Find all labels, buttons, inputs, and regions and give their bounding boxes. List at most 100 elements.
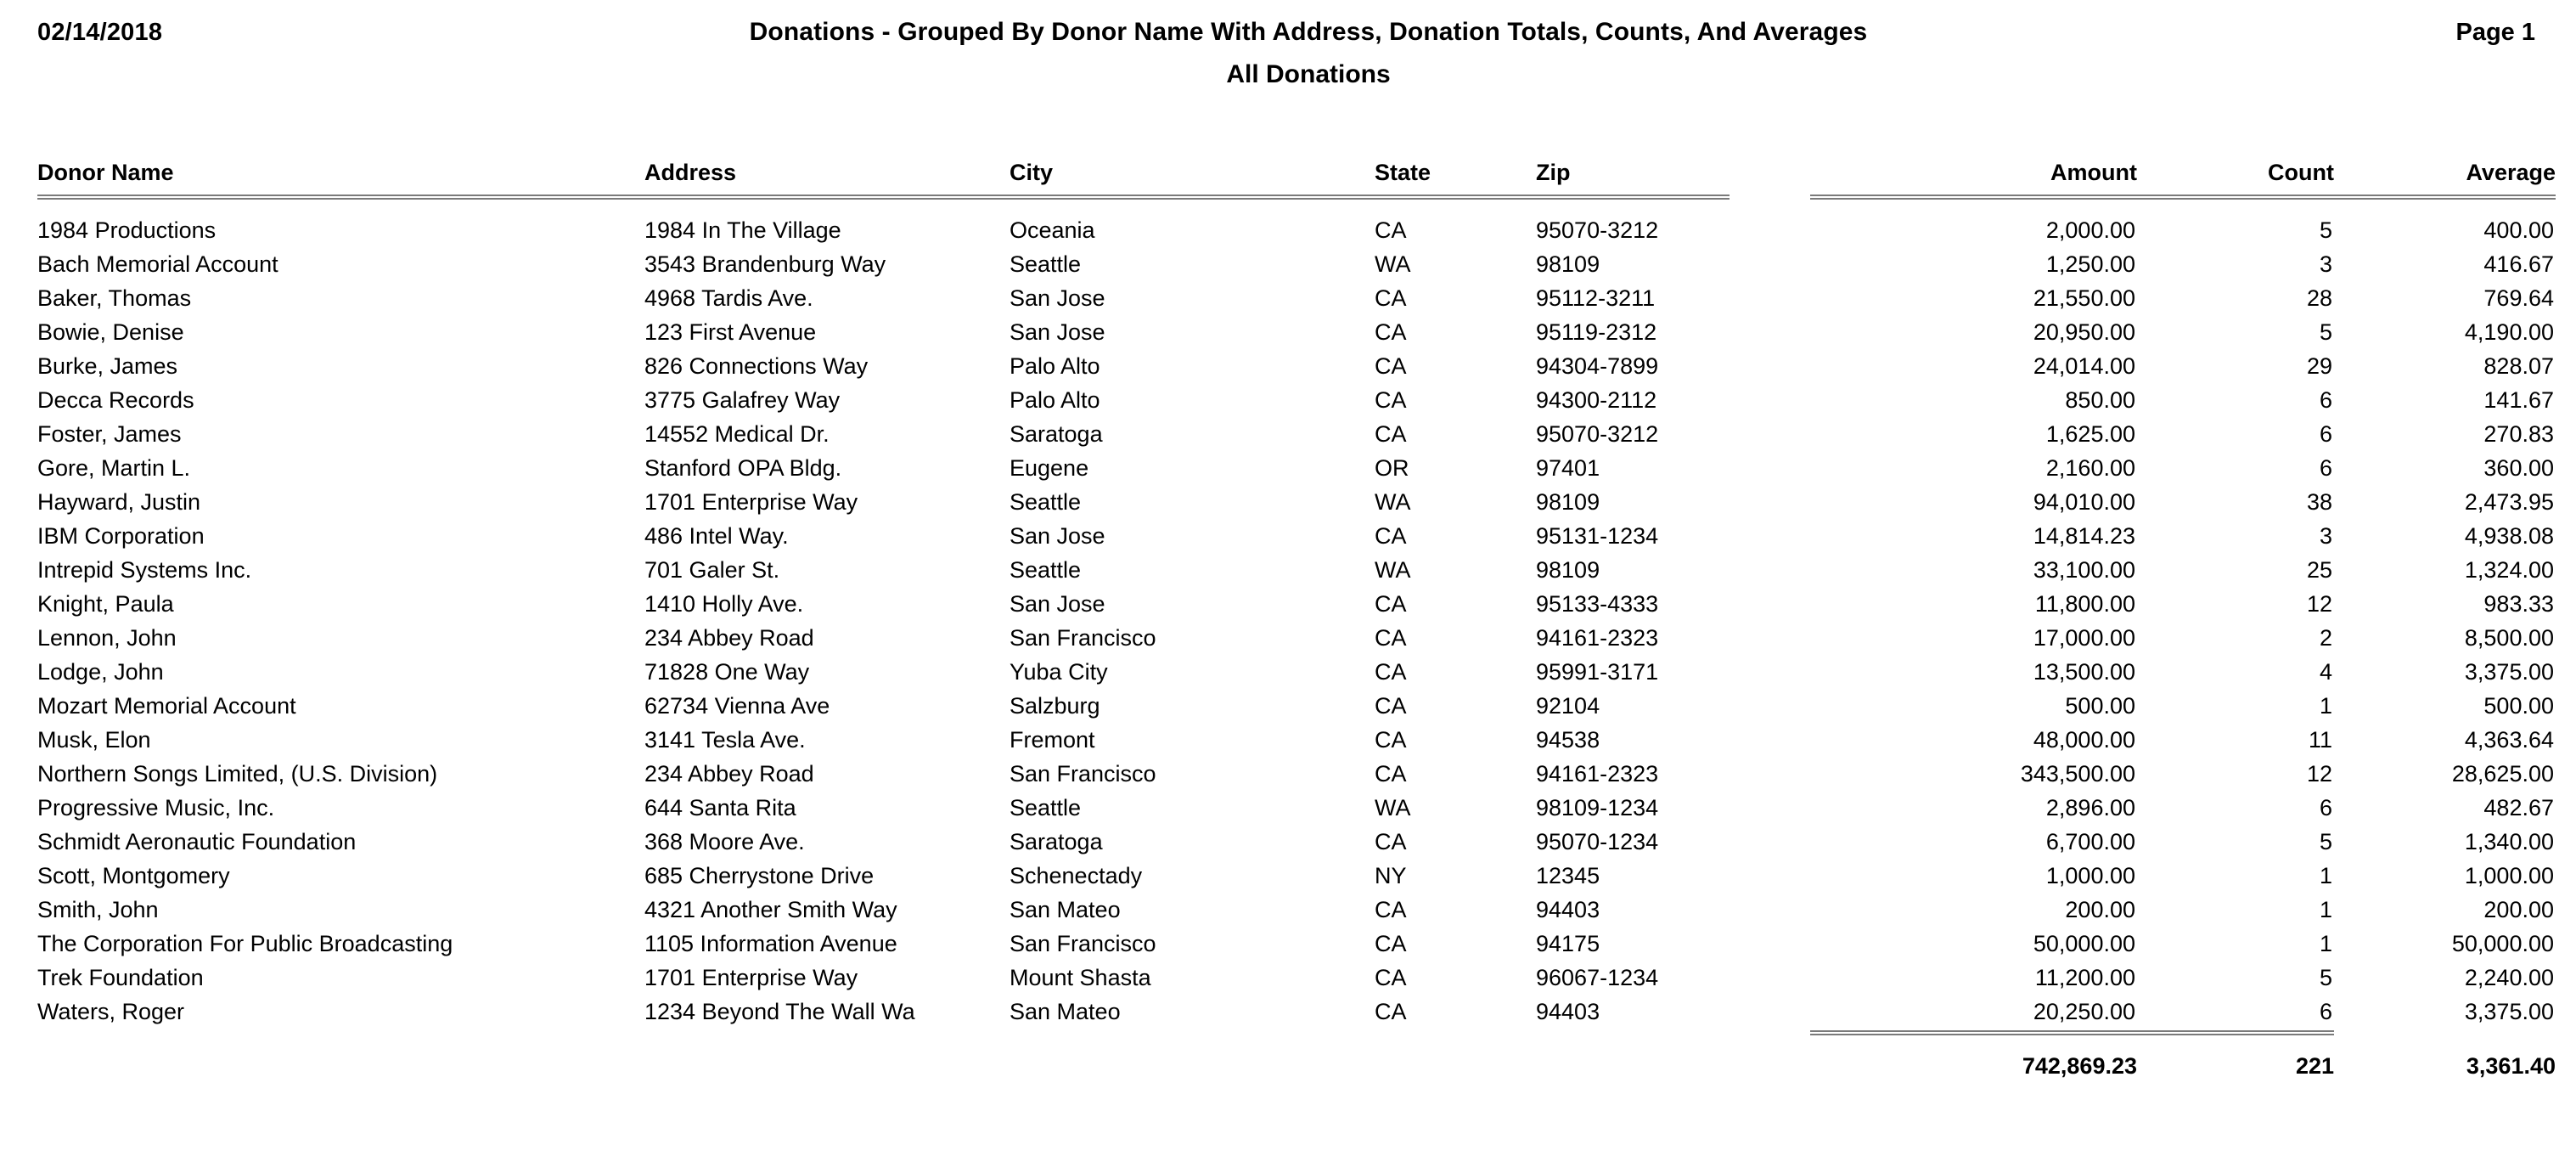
table-row[interactable]: IBM Corporation 486 Intel Way. San Jose CA 9… xyxy=(37,519,2556,553)
cell-state: CA xyxy=(1375,387,1407,413)
cell-average: 8,500.00 xyxy=(2464,625,2554,651)
header-rule-count xyxy=(2137,188,2334,200)
cell-amount: 13,500.00 xyxy=(2033,659,2135,685)
table-row[interactable]: Scott, Montgomery 685 Cherrystone Drive Sc… xyxy=(37,859,2556,893)
table-row[interactable]: Schmidt Aeronautic Foundation 368 Moore A… xyxy=(37,825,2556,859)
report-header: 02/14/2018 Donations - Grouped By Donor … xyxy=(0,0,2576,87)
cell-average: 482.67 xyxy=(2483,795,2554,820)
table-row[interactable]: Burke, James 826 Connections Way Palo Alto… xyxy=(37,349,2556,383)
cell-address: Stanford OPA Bldg. xyxy=(644,455,842,481)
totals-gap-row xyxy=(37,1035,2556,1049)
cell-average: 1,340.00 xyxy=(2464,829,2554,854)
cell-donor-name: 1984 Productions xyxy=(37,217,217,243)
cell-average: 4,938.08 xyxy=(2464,523,2554,549)
cell-amount: 14,814.23 xyxy=(2033,523,2135,549)
cell-city: Saratoga xyxy=(1010,421,1103,447)
column-header-average[interactable]: Average xyxy=(2334,152,2556,188)
cell-zip: 98109-1234 xyxy=(1536,795,1659,820)
header-rule-donor-name xyxy=(37,188,644,200)
table-row[interactable]: Knight, Paula 1410 Holly Ave. San Jose CA 95… xyxy=(37,587,2556,621)
cell-amount: 21,550.00 xyxy=(2033,285,2135,311)
cell-donor-name: Bach Memorial Account xyxy=(37,251,278,277)
cell-count: 1 xyxy=(2319,897,2332,922)
cell-count: 29 xyxy=(2306,353,2332,379)
table-row[interactable]: Trek Foundation 1701 Enterprise Way Mount … xyxy=(37,961,2556,995)
cell-count: 5 xyxy=(2319,829,2332,854)
cell-average: 200.00 xyxy=(2483,897,2554,922)
cell-city: San Mateo xyxy=(1010,999,1121,1024)
table-row[interactable]: Foster, James 14552 Medical Dr. Saratoga CA… xyxy=(37,417,2556,451)
cell-spacer xyxy=(1730,383,1810,417)
cell-amount: 6,700.00 xyxy=(2045,829,2135,854)
cell-city: San Jose xyxy=(1010,285,1105,311)
table-row[interactable]: Waters, Roger 1234 Beyond The Wall Wa San … xyxy=(37,995,2556,1029)
table-row[interactable]: Intrepid Systems Inc. 701 Galer St. Seattl… xyxy=(37,553,2556,587)
cell-count: 11 xyxy=(2308,727,2332,753)
column-header-count[interactable]: Count xyxy=(2137,152,2334,188)
cell-amount: 1,250.00 xyxy=(2045,251,2135,277)
table-row[interactable]: Northern Songs Limited, (U.S. Division) 2… xyxy=(37,757,2556,791)
table-row[interactable]: Musk, Elon 3141 Tesla Ave. Fremont CA 94538 4… xyxy=(37,723,2556,757)
cell-average: 270.83 xyxy=(2483,421,2554,447)
cell-average: 983.33 xyxy=(2483,591,2554,617)
table-row[interactable]: The Corporation For Public Broadcasting 1… xyxy=(37,927,2556,961)
column-header-city[interactable]: City xyxy=(1010,152,1375,188)
cell-donor-name: Bowie, Denise xyxy=(37,319,184,345)
column-header-address[interactable]: Address xyxy=(644,152,1010,188)
cell-donor-name: Schmidt Aeronautic Foundation xyxy=(37,829,357,854)
table-row[interactable]: Hayward, Justin 1701 Enterprise Way Seattl… xyxy=(37,485,2556,519)
cell-state: CA xyxy=(1375,897,1407,922)
cell-donor-name: Lennon, John xyxy=(37,625,177,651)
report-date: 02/14/2018 xyxy=(37,19,163,46)
header-rule-zip xyxy=(1536,188,1730,200)
cell-address: 71828 One Way xyxy=(644,659,810,685)
table-row[interactable]: Decca Records 3775 Galafrey Way Palo Alto C… xyxy=(37,383,2556,417)
totals-rule-row xyxy=(37,1029,2556,1035)
cell-donor-name: Trek Foundation xyxy=(37,965,204,990)
cell-average: 416.67 xyxy=(2483,251,2554,277)
cell-average: 2,473.95 xyxy=(2464,489,2554,515)
column-header-donor-name[interactable]: Donor Name xyxy=(37,152,644,188)
table-row[interactable]: Smith, John 4321 Another Smith Way San Mat… xyxy=(37,893,2556,927)
cell-address: 685 Cherrystone Drive xyxy=(644,863,875,888)
cell-count: 1 xyxy=(2319,693,2332,719)
column-header-zip[interactable]: Zip xyxy=(1536,152,1730,188)
cell-donor-name: Lodge, John xyxy=(37,659,164,685)
cell-amount: 1,625.00 xyxy=(2045,421,2135,447)
totals-rule-average xyxy=(2334,1029,2556,1035)
cell-zip: 94175 xyxy=(1536,931,1600,956)
cell-spacer xyxy=(1730,417,1810,451)
cell-state: CA xyxy=(1375,965,1407,990)
cell-state: CA xyxy=(1375,829,1407,854)
cell-zip: 98109 xyxy=(1536,489,1600,515)
cell-zip: 94161-2323 xyxy=(1536,625,1659,651)
cell-zip: 95119-2312 xyxy=(1536,319,1657,345)
cell-zip: 95991-3171 xyxy=(1536,659,1659,685)
table-row[interactable]: Lodge, John 71828 One Way Yuba City CA 95991… xyxy=(37,655,2556,689)
table-row[interactable]: Baker, Thomas 4968 Tardis Ave. San Jose CA 9… xyxy=(37,281,2556,315)
cell-city: Palo Alto xyxy=(1010,353,1100,379)
grand-totals-row: 742,869.23 221 3,361.40 xyxy=(37,1049,2556,1083)
cell-address: 4321 Another Smith Way xyxy=(644,897,897,922)
column-header-state[interactable]: State xyxy=(1375,152,1536,188)
cell-spacer xyxy=(1730,247,1810,281)
table-row[interactable]: Gore, Martin L. Stanford OPA Bldg. Eugene O… xyxy=(37,451,2556,485)
table-row[interactable]: Bach Memorial Account 3543 Brandenburg Wa… xyxy=(37,247,2556,281)
cell-average: 769.64 xyxy=(2483,285,2554,311)
cell-spacer xyxy=(1730,859,1810,893)
column-header-amount[interactable]: Amount xyxy=(1810,152,2137,188)
table-row[interactable]: Lennon, John 234 Abbey Road San Francisco C… xyxy=(37,621,2556,655)
table-row[interactable]: Progressive Music, Inc. 644 Santa Rita Sea… xyxy=(37,791,2556,825)
cell-address: 62734 Vienna Ave xyxy=(644,693,830,719)
cell-address: 644 Santa Rita xyxy=(644,795,796,820)
cell-donor-name: Decca Records xyxy=(37,387,194,413)
cell-amount: 48,000.00 xyxy=(2033,727,2135,753)
table-row[interactable]: Bowie, Denise 123 First Avenue San Jose CA 9… xyxy=(37,315,2556,349)
cell-city: Yuba City xyxy=(1010,659,1108,685)
cell-city: San Jose xyxy=(1010,591,1105,617)
cell-spacer xyxy=(1730,281,1810,315)
table-row[interactable]: 1984 Productions 1984 In The Village Ocean… xyxy=(37,213,2556,247)
cell-city: San Francisco xyxy=(1010,761,1156,787)
cell-spacer xyxy=(1730,621,1810,655)
table-row[interactable]: Mozart Memorial Account 62734 Vienna Ave S… xyxy=(37,689,2556,723)
